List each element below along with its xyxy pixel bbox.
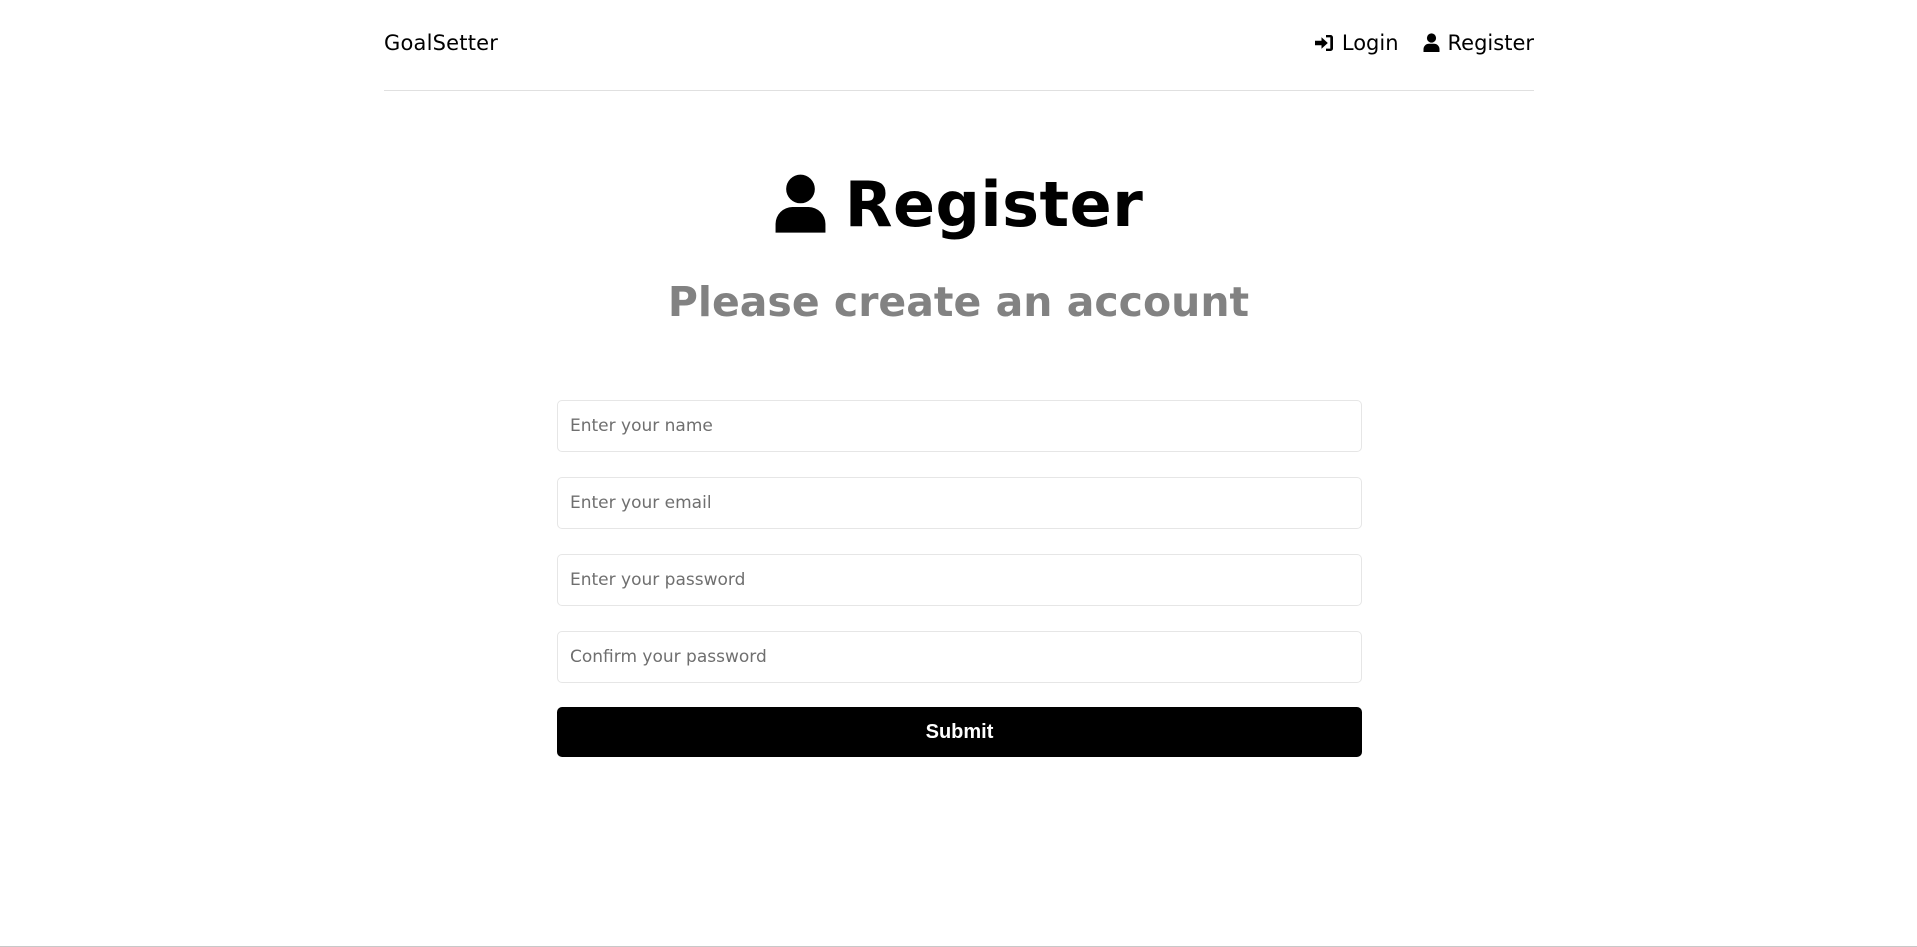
page-title: Register xyxy=(844,168,1144,241)
confirm-password-input[interactable] xyxy=(557,631,1362,683)
submit-button[interactable]: Submit xyxy=(557,707,1362,757)
name-input[interactable] xyxy=(557,400,1362,452)
sign-in-icon xyxy=(1314,34,1334,52)
password-input[interactable] xyxy=(557,554,1362,606)
email-input[interactable] xyxy=(557,477,1362,529)
brand-logo-link[interactable]: GoalSetter xyxy=(384,31,498,55)
page: GoalSetter Login Register Register Pleas… xyxy=(0,0,1917,947)
nav-login-link[interactable]: Login xyxy=(1314,31,1399,55)
nav-register-label: Register xyxy=(1447,30,1534,55)
top-navbar: GoalSetter Login Register xyxy=(384,0,1534,91)
register-form: Submit xyxy=(557,400,1362,757)
user-icon xyxy=(1423,33,1440,52)
nav-links: Login Register xyxy=(1314,31,1534,55)
nav-register-link[interactable]: Register xyxy=(1423,31,1534,55)
user-icon xyxy=(774,173,827,237)
page-heading: Register xyxy=(0,168,1917,241)
page-subtitle: Please create an account xyxy=(667,278,1250,326)
nav-login-label: Login xyxy=(1341,30,1399,55)
